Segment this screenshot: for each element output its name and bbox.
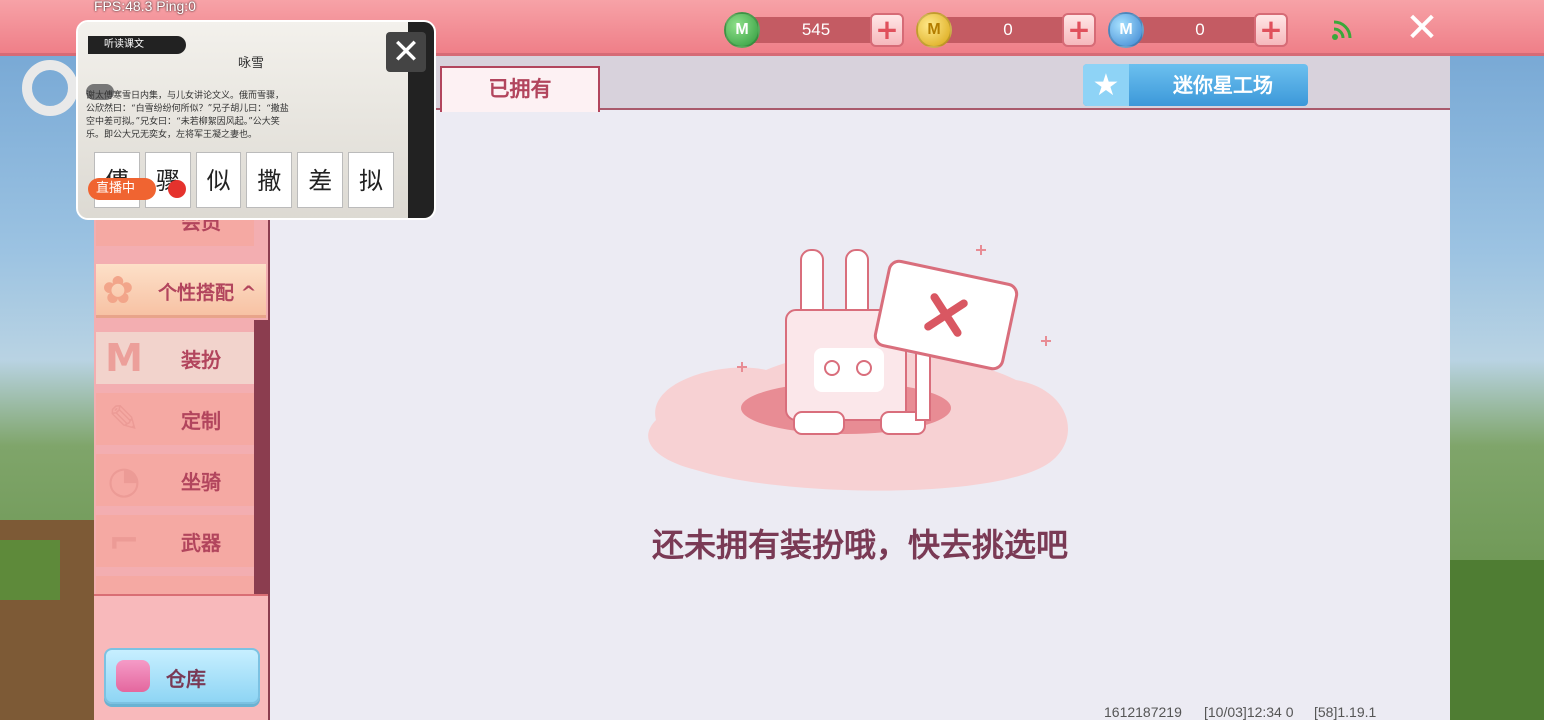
chevron-up-icon: ^ bbox=[240, 282, 257, 304]
add-mini-bean-button[interactable]: + bbox=[870, 13, 904, 47]
character-card: 撒 bbox=[246, 152, 293, 208]
add-mini-coin-button[interactable]: + bbox=[1062, 13, 1096, 47]
empty-state-message: 还未拥有装扮哦，快去挑选吧 bbox=[651, 526, 1068, 564]
poem-line: 空中差可拟。”兄女曰：“未若柳絮因风起。”公大笑 bbox=[86, 117, 280, 127]
live-video-overlay[interactable]: 听读课文 咏雪 谢太傅寒雪日内集，与儿女讲论文义。俄而雪骤， 公欣然曰：“白雪纷… bbox=[76, 20, 436, 220]
mount-icon: ◔ bbox=[107, 458, 141, 502]
mini-workshop-label: 迷你星工场 bbox=[1173, 73, 1273, 97]
poem-line: 谢太傅寒雪日内集，与儿女讲论文义。俄而雪骤， bbox=[86, 91, 285, 101]
poem-title: 咏雪 bbox=[238, 56, 265, 71]
poem-line: 乐。即公大兄无奕女，左将军王凝之妻也。 bbox=[86, 130, 258, 140]
storage-icon bbox=[116, 660, 150, 692]
version: [58]1.19.1 bbox=[1314, 704, 1377, 720]
sidebar-item-customize[interactable]: ✎ 定制 bbox=[96, 393, 254, 445]
sidebar-item-label: 武器 bbox=[181, 530, 221, 555]
lesson-banner: 听读课文 bbox=[88, 36, 186, 54]
fps-readout: FPS:48.3 Ping:0 bbox=[94, 0, 196, 14]
star-icon: ★ bbox=[1083, 64, 1129, 106]
character-card: 拟 bbox=[348, 152, 394, 208]
close-video-icon[interactable]: ✕ bbox=[386, 32, 426, 72]
sidebar-item-partial[interactable] bbox=[96, 576, 254, 594]
grass-block bbox=[0, 540, 60, 600]
customize-icon: ✎ bbox=[108, 397, 140, 441]
datetime: [10/03]12:34 0 bbox=[1204, 704, 1294, 720]
sidebar-item-label: 装扮 bbox=[181, 347, 221, 372]
signal-icon bbox=[1332, 20, 1352, 40]
currency-value: 0 bbox=[1003, 20, 1013, 39]
mini-point-icon: M bbox=[1108, 12, 1144, 48]
poem-line: 公欣然曰：“白雪纷纷何所似？”兄子胡儿曰：“撒盐 bbox=[86, 104, 289, 114]
empty-illustration bbox=[648, 245, 1069, 491]
mini-coin-icon: M bbox=[916, 12, 952, 48]
floating-circle-button[interactable] bbox=[22, 60, 78, 116]
add-mini-point-button[interactable]: + bbox=[1254, 13, 1288, 47]
sidebar-item-weapon[interactable]: ⌐ 武器 bbox=[96, 515, 254, 567]
live-badge: 直播中 bbox=[88, 178, 156, 200]
grass-block-right bbox=[1450, 560, 1544, 720]
mini-bean-icon: M bbox=[724, 12, 760, 48]
currency-value: 545 bbox=[801, 20, 831, 39]
storage-button[interactable]: 仓库 bbox=[104, 648, 260, 704]
sidebar-item-outfit[interactable]: M 装扮 bbox=[96, 332, 254, 384]
sidebar-item-mount[interactable]: ◔ 坐骑 bbox=[96, 454, 254, 506]
live-dot-icon bbox=[168, 180, 186, 198]
category-header-personal-style[interactable]: ✿ 个性搭配 ^ bbox=[96, 264, 266, 318]
tab-owned[interactable]: 已拥有 bbox=[440, 66, 600, 112]
poem-text: 谢太傅寒雪日内集，与儿女讲论文义。俄而雪骤， 公欣然曰：“白雪纷纷何所似？”兄子… bbox=[86, 90, 396, 142]
weapon-icon: ⌐ bbox=[108, 519, 140, 563]
character-card: 似 bbox=[195, 152, 242, 208]
character-card: 差 bbox=[297, 152, 344, 208]
sidebar-item-label: 坐骑 bbox=[181, 469, 221, 494]
mini-workshop-button[interactable]: ★ 迷你星工场 bbox=[1083, 64, 1308, 106]
outfit-icon: M bbox=[105, 336, 143, 380]
currency-value: 0 bbox=[1195, 20, 1205, 39]
close-icon[interactable]: ✕ bbox=[1402, 8, 1442, 48]
style-icon: ✿ bbox=[102, 268, 134, 312]
user-id: 1612187219 bbox=[1104, 704, 1182, 720]
sidebar-item-label: 定制 bbox=[181, 408, 221, 433]
category-label: 个性搭配 ^ bbox=[158, 282, 257, 304]
storage-label: 仓库 bbox=[166, 667, 206, 691]
